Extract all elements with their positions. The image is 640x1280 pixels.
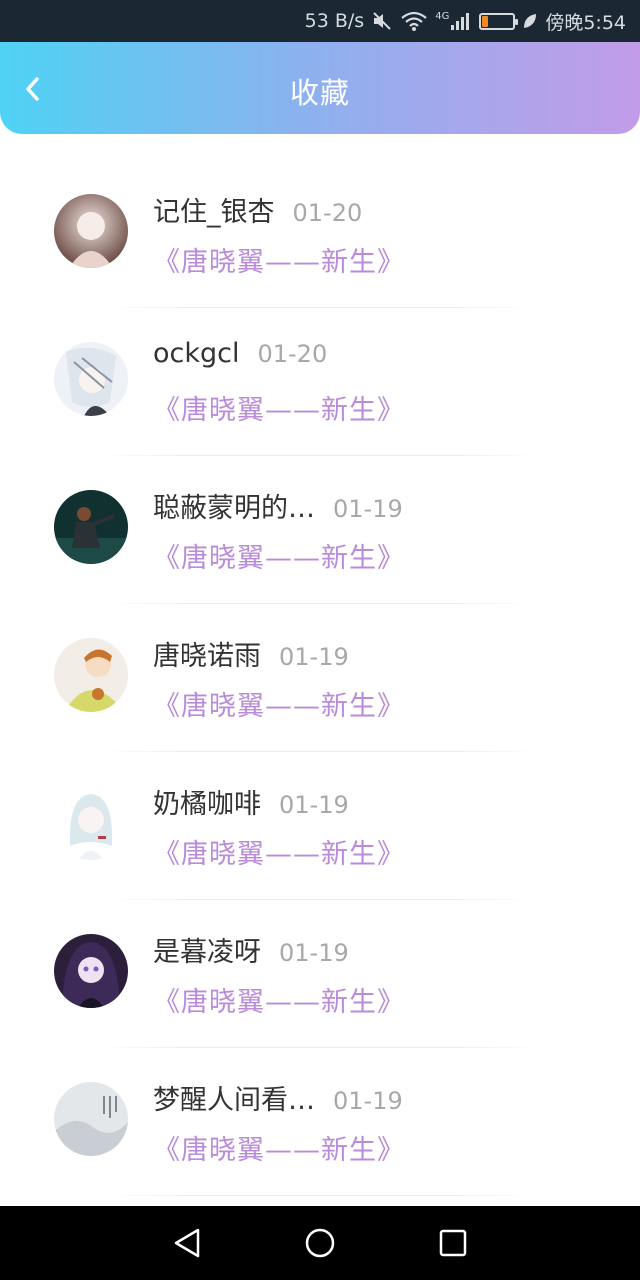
leaf-icon [522, 12, 538, 30]
list-item[interactable]: ockgcl 01-20 《唐晓翼——新生》 [0, 308, 640, 456]
name-row: ockgcl 01-20 [153, 338, 327, 369]
work-title[interactable]: 《唐晓翼——新生》 [153, 240, 405, 279]
list-item[interactable]: 记住_银杏 01-20 《唐晓翼——新生》 [0, 160, 640, 308]
clock: 傍晚5:54 [545, 11, 626, 34]
avatar[interactable] [54, 1082, 128, 1156]
net-speed: 53 B/s [304, 10, 365, 32]
list-item[interactable]: 奶橘咖啡 01-19 《唐晓翼——新生》 [0, 752, 640, 900]
date: 01-19 [279, 643, 349, 671]
date: 01-19 [333, 495, 403, 523]
user-name[interactable]: 记住_银杏 [153, 190, 275, 229]
back-button[interactable] [18, 74, 48, 104]
list-item[interactable]: 是暮凌呀 01-19 《唐晓翼——新生》 [0, 900, 640, 1048]
date: 01-19 [333, 1087, 403, 1115]
user-name[interactable]: 是暮凌呀 [153, 930, 261, 969]
list-item[interactable]: 唐晓诺雨 01-19 《唐晓翼——新生》 [0, 604, 640, 752]
list-item[interactable]: 梦醒人间看… 01-19 《唐晓翼——新生》 [0, 1048, 640, 1196]
avatar[interactable] [54, 638, 128, 712]
divider [100, 1195, 540, 1196]
user-name[interactable]: ockgcl [153, 338, 239, 369]
recents-square-icon [440, 1229, 467, 1257]
battery-level: 18 [487, 14, 505, 28]
avatar[interactable] [54, 490, 128, 564]
nav-back-button[interactable] [157, 1213, 217, 1273]
mute-icon [371, 10, 393, 32]
avatar[interactable] [54, 342, 128, 416]
name-row: 是暮凌呀 01-19 [153, 930, 349, 969]
nav-home-button[interactable] [290, 1213, 350, 1273]
name-row: 奶橘咖啡 01-19 [153, 782, 349, 821]
work-title[interactable]: 《唐晓翼——新生》 [153, 684, 405, 723]
name-row: 聪蔽蒙明的… 01-19 [153, 486, 403, 525]
user-name[interactable]: 奶橘咖啡 [153, 782, 261, 821]
page-title: 收藏 [289, 76, 350, 110]
user-name[interactable]: 聪蔽蒙明的… [153, 486, 315, 525]
avatar[interactable] [54, 194, 128, 268]
user-name[interactable]: 唐晓诺雨 [153, 634, 261, 673]
favorites-list: 记住_银杏 01-20 《唐晓翼——新生》 ockgcl 01-20 《唐晓翼—… [0, 160, 640, 1196]
nav-recents-button[interactable] [423, 1213, 483, 1273]
work-title[interactable]: 《唐晓翼——新生》 [153, 832, 405, 871]
battery-icon: 18 [479, 12, 519, 30]
user-name[interactable]: 梦醒人间看… [153, 1078, 315, 1117]
avatar[interactable] [54, 786, 128, 860]
work-title[interactable]: 《唐晓翼——新生》 [153, 536, 405, 575]
system-nav-bar [0, 1206, 640, 1280]
list-item[interactable]: 聪蔽蒙明的… 01-19 《唐晓翼——新生》 [0, 456, 640, 604]
header-bar: 收藏 [0, 42, 640, 134]
name-row: 记住_银杏 01-20 [153, 190, 362, 229]
network-type: 4G [435, 11, 450, 22]
name-row: 梦醒人间看… 01-19 [153, 1078, 403, 1117]
date: 01-20 [257, 340, 328, 368]
home-circle-icon [305, 1228, 335, 1258]
work-title[interactable]: 《唐晓翼——新生》 [153, 1128, 405, 1167]
status-bar: 53 B/s 4G 18 傍晚5:54 [0, 0, 640, 42]
avatar[interactable] [54, 934, 128, 1008]
wifi-icon [400, 10, 428, 32]
date: 01-20 [292, 199, 363, 227]
chevron-left-icon [26, 77, 39, 101]
back-triangle-icon [174, 1228, 199, 1258]
work-title[interactable]: 《唐晓翼——新生》 [153, 388, 405, 427]
name-row: 唐晓诺雨 01-19 [153, 634, 349, 673]
work-title[interactable]: 《唐晓翼——新生》 [153, 980, 405, 1019]
signal-icon: 4G [435, 11, 472, 31]
date: 01-19 [279, 939, 349, 967]
date: 01-19 [279, 791, 349, 819]
